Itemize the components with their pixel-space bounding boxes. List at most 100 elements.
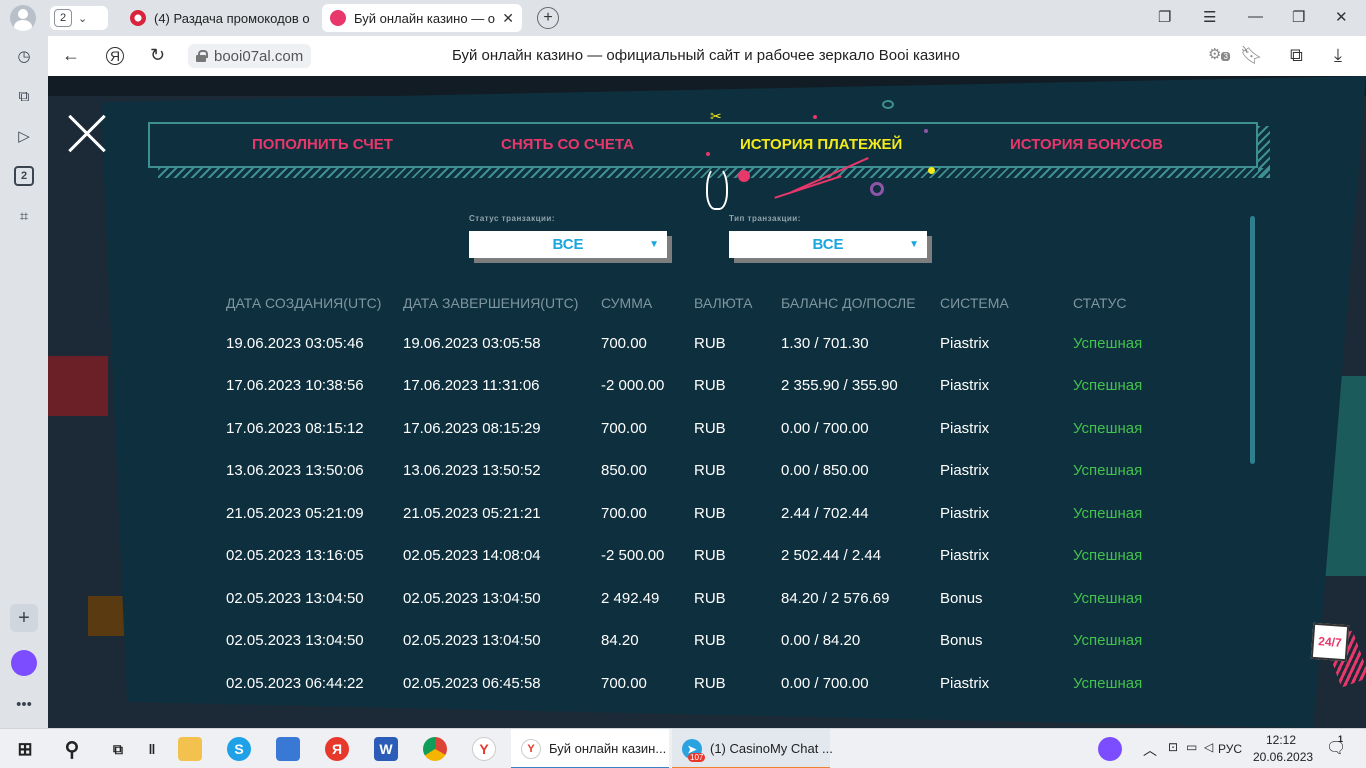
tab-close-icon[interactable]: ✕ bbox=[502, 10, 514, 27]
taskbar-app-casino[interactable]: Y Буй онлайн казин... bbox=[511, 729, 669, 768]
header-currency: ВАЛЮТА bbox=[694, 295, 753, 311]
header-balance: БАЛАНС ДО/ПОСЛЕ bbox=[781, 295, 916, 311]
tray-chevron-icon[interactable]: ︿ bbox=[1143, 740, 1157, 760]
cell-system: Piastrix bbox=[940, 504, 990, 522]
cell-currency: RUB bbox=[694, 589, 726, 607]
alice-icon[interactable] bbox=[1098, 737, 1122, 761]
star-decoration: ✂︎ bbox=[710, 108, 722, 124]
cell-completed-date: 21.05.2023 05:21:21 bbox=[403, 504, 541, 522]
close-modal-button[interactable] bbox=[66, 114, 106, 154]
more-icon[interactable]: ••• bbox=[10, 690, 38, 718]
url-field[interactable]: booi07al.com bbox=[188, 44, 312, 68]
word-icon[interactable]: W bbox=[374, 737, 398, 761]
video-play-icon[interactable]: ▷ bbox=[10, 122, 38, 150]
profile-avatar[interactable] bbox=[10, 5, 36, 31]
confetti-decoration bbox=[882, 100, 894, 109]
back-arrow-icon[interactable]: ← bbox=[62, 45, 80, 66]
cell-status: Успешная bbox=[1073, 419, 1143, 437]
language-indicator[interactable]: РУС bbox=[1218, 742, 1242, 756]
cell-currency: RUB bbox=[694, 462, 726, 480]
payment-history-table: ДАТА СОЗДАНИЯ(UTC) ДАТА ЗАВЕРШЕНИЯ(UTC) … bbox=[226, 284, 1173, 705]
file-explorer-icon[interactable] bbox=[178, 737, 202, 761]
cell-balance: 0.00 / 700.00 bbox=[781, 419, 869, 437]
confetti-streak-decoration bbox=[774, 175, 842, 199]
close-window-icon[interactable]: ✕ bbox=[1335, 8, 1348, 26]
windows-start-icon[interactable]: ⊞ bbox=[13, 737, 37, 761]
table-row: 02.05.2023 13:16:05 02.05.2023 14:08:04 -2… bbox=[226, 535, 1173, 578]
tab-promocodes[interactable]: (4) Раздача промокодов о bbox=[122, 4, 318, 32]
tray-volume-icon[interactable]: ◁ bbox=[1204, 740, 1213, 754]
address-bar: ← Я ↻ booi07al.com Буй онлайн казино — о… bbox=[48, 36, 1366, 76]
table-row: 02.05.2023 13:04:50 02.05.2023 13:04:50 84… bbox=[226, 620, 1173, 663]
cell-amount: 700.00 bbox=[601, 674, 647, 692]
counter-badge[interactable]: 2 bbox=[14, 166, 34, 186]
tab-withdraw[interactable]: СНЯТЬ СО СЧЕТА bbox=[501, 136, 634, 153]
alice-assistant-icon[interactable] bbox=[11, 650, 37, 676]
cell-status: Успешная bbox=[1073, 632, 1143, 650]
mascot-decoration bbox=[706, 166, 728, 210]
cell-status: Успешная bbox=[1073, 462, 1143, 480]
cell-system: Piastrix bbox=[940, 547, 990, 565]
chrome-icon[interactable] bbox=[423, 737, 447, 761]
status-filter-label: Статус транзакции: bbox=[469, 214, 556, 223]
cell-balance: 0.00 / 850.00 bbox=[781, 462, 869, 480]
lock-icon bbox=[196, 50, 208, 62]
clock-time[interactable]: 12:12 bbox=[1266, 733, 1296, 747]
tab-payment-history[interactable]: ИСТОРИЯ ПЛАТЕЖЕЙ bbox=[740, 136, 902, 153]
scrollbar-thumb[interactable] bbox=[1250, 216, 1255, 464]
screenshot-icon[interactable]: ⌗ bbox=[10, 202, 38, 230]
confetti-decoration bbox=[924, 129, 928, 133]
collections-icon[interactable]: ⧉ bbox=[10, 82, 38, 110]
cell-amount: 84.20 bbox=[601, 632, 639, 650]
cell-status: Успешная bbox=[1073, 377, 1143, 395]
tray-display-icon[interactable]: ▭ bbox=[1186, 740, 1197, 754]
notification-center-icon[interactable]: 🗨︎ bbox=[1326, 738, 1346, 758]
support-chat-button[interactable]: 24/7 bbox=[1310, 622, 1366, 688]
clock-date[interactable]: 20.06.2023 bbox=[1253, 750, 1313, 764]
type-filter-select[interactable]: ВСЕ ▼ bbox=[729, 231, 927, 258]
menu-icon[interactable]: ☰ bbox=[1203, 8, 1216, 26]
history-icon[interactable]: ◷ bbox=[10, 42, 38, 70]
task-view-icon[interactable]: ⧉ bbox=[106, 737, 130, 761]
cell-balance: 84.20 / 2 576.69 bbox=[781, 589, 890, 607]
cell-completed-date: 02.05.2023 14:08:04 bbox=[403, 547, 541, 565]
cell-system: Piastrix bbox=[940, 674, 990, 692]
reload-icon[interactable]: ↻ bbox=[150, 45, 165, 66]
search-icon[interactable]: ⚲ bbox=[60, 737, 84, 761]
tab-booi-casino[interactable]: Буй онлайн казино — о ✕ bbox=[322, 4, 522, 32]
url-text: booi07al.com bbox=[214, 47, 304, 65]
header-completed-date: ДАТА ЗАВЕРШЕНИЯ(UTC) bbox=[403, 295, 579, 311]
restore-icon[interactable]: ❐ bbox=[1292, 8, 1305, 26]
minimize-icon[interactable]: — bbox=[1248, 8, 1263, 25]
new-tab-button[interactable]: + bbox=[537, 7, 559, 29]
status-filter-select[interactable]: ВСЕ ▼ bbox=[469, 231, 667, 258]
confetti-decoration bbox=[813, 115, 817, 119]
cell-system: Piastrix bbox=[940, 334, 990, 352]
download-icon[interactable]: ⤓ bbox=[1334, 45, 1342, 66]
cell-system: Piastrix bbox=[940, 462, 990, 480]
browser-tabbar: 2 ⌄ (4) Раздача промокодов о Буй онлайн … bbox=[0, 0, 1366, 36]
tab-deposit[interactable]: ПОПОЛНИТЬ СЧЕТ bbox=[252, 136, 393, 153]
bookmarks-panel-icon[interactable]: ❐ bbox=[1158, 8, 1171, 26]
taskbar-app-title: (1) CasinoMy Chat ... bbox=[710, 740, 833, 756]
taskbar-app-telegram[interactable]: ➤ (1) CasinoMy Chat ... 107 bbox=[672, 729, 833, 768]
add-panel-button[interactable]: + bbox=[10, 604, 38, 632]
yandex-icon[interactable]: Y bbox=[472, 737, 496, 761]
header-status: СТАТУС bbox=[1073, 295, 1127, 311]
table-row: 19.06.2023 03:05:46 19.06.2023 03:05:58 70… bbox=[226, 322, 1173, 365]
cell-balance: 2 355.90 / 355.90 bbox=[781, 377, 898, 395]
tray-network-icon[interactable]: ⊡ bbox=[1168, 740, 1178, 754]
cell-system: Piastrix bbox=[940, 419, 990, 437]
extension-icon[interactable]: ⚙ 3 bbox=[1208, 45, 1230, 63]
reader-mode-icon[interactable]: ⧉ bbox=[1290, 45, 1303, 66]
favicon-icon bbox=[130, 10, 146, 26]
tab-counter-button[interactable]: 2 ⌄ bbox=[50, 6, 108, 30]
bookmark-icon[interactable]: 🔖︎ bbox=[1240, 45, 1263, 66]
table-row: 02.05.2023 06:44:22 02.05.2023 06:45:58 70… bbox=[226, 662, 1173, 705]
yandex-home-icon[interactable]: Я bbox=[106, 47, 124, 65]
skype-icon[interactable]: S bbox=[227, 737, 251, 761]
yandex-browser-icon[interactable]: Я bbox=[325, 737, 349, 761]
cell-completed-date: 17.06.2023 11:31:06 bbox=[403, 377, 540, 395]
tab-bonus-history[interactable]: ИСТОРИЯ БОНУСОВ bbox=[1010, 136, 1163, 153]
store-icon[interactable] bbox=[276, 737, 300, 761]
